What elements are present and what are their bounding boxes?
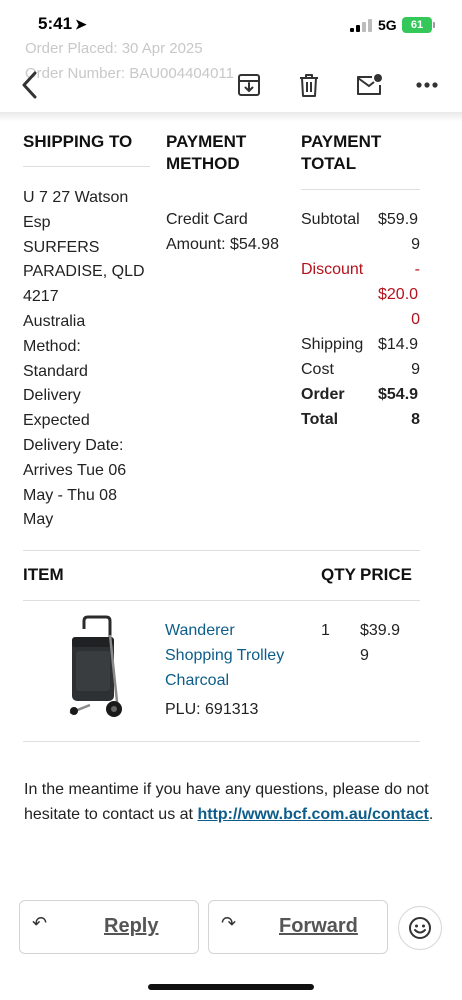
shipping-line: May [23,511,54,529]
shipping-line: Arrives Tue 06 [23,461,127,479]
order-total-value-cont: 8 [411,411,420,428]
divider [23,550,420,551]
product-image[interactable] [62,615,134,719]
item-name-line[interactable]: Charcoal [165,669,229,694]
payment-type: Credit Card [166,211,248,228]
contact-link[interactable]: http://www.bcf.com.au/contact [197,806,428,823]
chevron-left-icon[interactable] [12,68,46,102]
home-indicator [148,984,314,990]
item-header: ITEM [23,565,64,584]
contact-paragraph: In the meantime if you have any question… [24,778,434,827]
shipping-line: Expected [23,412,90,430]
shipping-line: U 7 27 Watson [23,189,129,206]
emoji-reaction-button[interactable] [398,906,442,950]
contact-text-at: at [179,805,193,823]
subtotal-label: Subtotal [301,211,360,228]
divider [301,189,420,190]
shipping-cost-value: $14.9 [378,336,419,353]
toolbar-shadow [0,112,462,122]
shipping-cost-value-cont: 9 [411,361,420,378]
discount-label: Discount [301,261,364,278]
payment-method-header: PAYMENT METHOD [166,132,247,173]
shipping-cost-label: Shipping [301,336,364,353]
divider [23,741,420,742]
shipping-line: 4217 [23,288,59,306]
order-total-value: $54.9 [378,386,419,403]
discount-value: $20.0 [378,286,419,303]
item-price: $39.9 [360,622,401,639]
shipping-line: Delivery Date: [23,437,124,454]
payment-amount: Amount: $54.98 [166,236,279,253]
shipping-line: PARADISE, QLD [23,263,145,281]
shipping-header: SHIPPING TO [23,132,133,151]
location-arrow-icon: ➤ [75,16,87,32]
item-name-line[interactable]: Shopping Trolley [165,644,284,669]
item-name-line[interactable]: Wanderer [165,619,235,644]
shipping-line: Standard [23,362,88,380]
subtotal-value-cont: 9 [411,236,420,253]
battery-tip [433,22,435,28]
subtotal-value: $59.9 [378,211,419,228]
divider [23,166,150,167]
contact-text-end: . [428,805,434,823]
time-text: 5:41 [38,14,73,33]
battery-icon: 61 [402,17,432,33]
more-icon[interactable] [410,68,444,102]
order-total-label: Order [301,386,345,403]
forward-label: Forward [279,915,358,937]
item-plu: PLU: 691313 [165,701,259,718]
divider [23,600,420,601]
shipping-line: Esp [23,213,51,231]
item-price-cont: 9 [360,647,369,664]
payment-total-header: PAYMENT TOTAL [301,132,382,173]
reply-label: Reply [104,915,159,937]
smiley-icon [409,917,431,939]
toolbar [0,60,462,110]
signal-icon [350,19,372,32]
shipping-line: May - Thu 08 [23,486,117,504]
network-label: 5G [378,17,397,33]
trash-icon[interactable] [292,68,326,102]
qty-header: QTY [321,565,356,584]
item-qty: 1 [321,622,330,639]
status-time: 5:41 ➤ [38,14,87,34]
shipping-line: Australia [23,313,86,330]
price-header: PRICE [360,565,412,584]
discount-sign: - [414,261,420,278]
reply-icon: ↶ [32,913,48,933]
mail-unread-icon[interactable] [352,68,386,102]
discount-value-cont: 0 [411,311,420,328]
reply-button[interactable]: ↶ Reply [19,900,199,954]
forward-icon: ↷ [221,913,237,933]
shipping-cost-label-cont: Cost [301,361,334,378]
archive-icon[interactable] [232,68,266,102]
order-total-label-cont: Total [301,411,339,428]
shipping-line: SURFERS [23,238,100,256]
shipping-line: Delivery [23,387,81,405]
order-placed-faded: Order Placed: 30 Apr 2025 [25,40,203,57]
forward-button[interactable]: ↷ Forward [208,900,388,954]
shipping-line: Method: [23,337,81,355]
